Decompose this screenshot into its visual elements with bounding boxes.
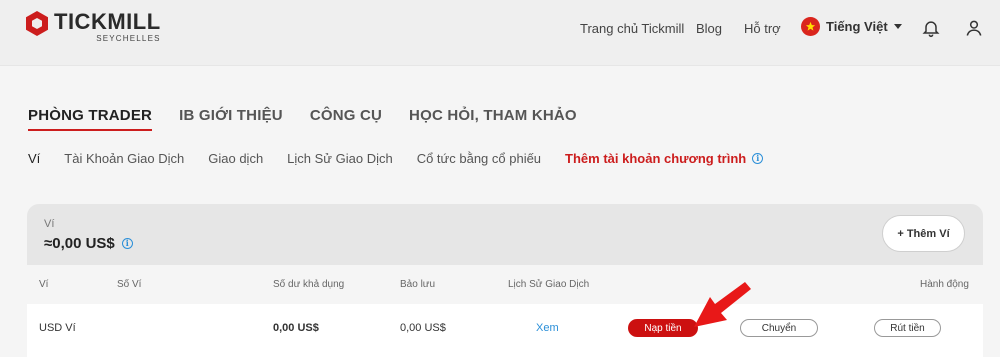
tab-trader-room[interactable]: PHÒNG TRADER [28,107,153,131]
tab-learning[interactable]: HỌC HỎI, THAM KHẢO [409,107,577,131]
chevron-down-icon [893,24,902,29]
wallet-balance-value: ≈0,00 US$ [44,235,115,252]
subtab-add-program-account[interactable]: Thêm tài khoản chương trình [565,151,746,166]
subtab-trading-accounts[interactable]: Tài Khoản Giao Dịch [64,151,184,166]
column-header-available-balance: Số dư khả dụng [273,279,345,290]
vietnam-flag-icon [801,17,820,36]
tab-ib-referral[interactable]: IB GIỚI THIỆU [179,107,283,131]
column-header-wallet-number: Số Ví [117,279,142,290]
wallet-balance: ≈0,00 US$ i [44,235,133,252]
column-header-trade-history: Lịch Sử Giao Dịch [508,279,590,290]
deposit-button[interactable]: Nạp tiền [628,319,698,337]
wallet-name: USD Ví [39,322,76,334]
brand-name: TICKMILL [54,9,161,34]
subtab-trades[interactable]: Giao dịch [208,151,263,166]
bell-icon[interactable] [921,18,941,38]
brand-subtitle: SEYCHELLES [96,34,161,43]
tickmill-logo[interactable]: TICKMILL SEYCHELLES [26,11,161,43]
wallet-label: Ví [44,218,55,230]
language-selector[interactable]: Tiếng Việt [801,17,902,36]
sub-tabs: Ví Tài Khoản Giao Dịch Giao dịch Lịch Sử… [28,151,764,166]
subtab-stock-dividends[interactable]: Cổ tức bằng cổ phiếu [417,151,541,166]
info-icon[interactable]: i [752,153,764,164]
nav-link-support[interactable]: Hỗ trợ [744,0,781,56]
wallet-table-header: Ví Số Ví Số dư khả dụng Bảo lưu Lịch Sử … [27,276,983,294]
subtab-wallet[interactable]: Ví [28,151,40,166]
pointer-arrow-icon [694,282,751,327]
column-header-actions: Hành động [920,279,969,290]
add-wallet-button[interactable]: + Thêm Ví [882,215,965,252]
nav-link-blog[interactable]: Blog [696,0,722,56]
tab-tools[interactable]: CÔNG CỤ [310,107,382,131]
wallet-summary-card: Ví ≈0,00 US$ i + Thêm Ví [27,204,983,265]
balance-info-icon[interactable]: i [121,238,133,249]
user-icon[interactable] [964,18,984,38]
main-tabs: PHÒNG TRADER IB GIỚI THIỆU CÔNG CỤ HỌC H… [28,107,604,131]
language-label: Tiếng Việt [826,19,888,34]
subtab-trade-history[interactable]: Lịch Sử Giao Dịch [287,151,393,166]
reserved-balance: 0,00 US$ [400,322,446,334]
view-history-link[interactable]: Xem [536,322,559,334]
top-bar: TICKMILL SEYCHELLES Trang chủ Tickmill B… [0,0,1000,66]
column-header-reserved: Bảo lưu [400,279,436,290]
tickmill-logo-icon [26,11,48,36]
nav-link-home[interactable]: Trang chủ Tickmill [580,0,684,56]
available-balance: 0,00 US$ [273,322,319,334]
table-row: USD Ví 0,00 US$ 0,00 US$ Xem Nạp tiền Ch… [27,304,983,357]
column-header-wallet: Ví [39,279,49,290]
withdraw-button[interactable]: Rút tiền [874,319,941,337]
